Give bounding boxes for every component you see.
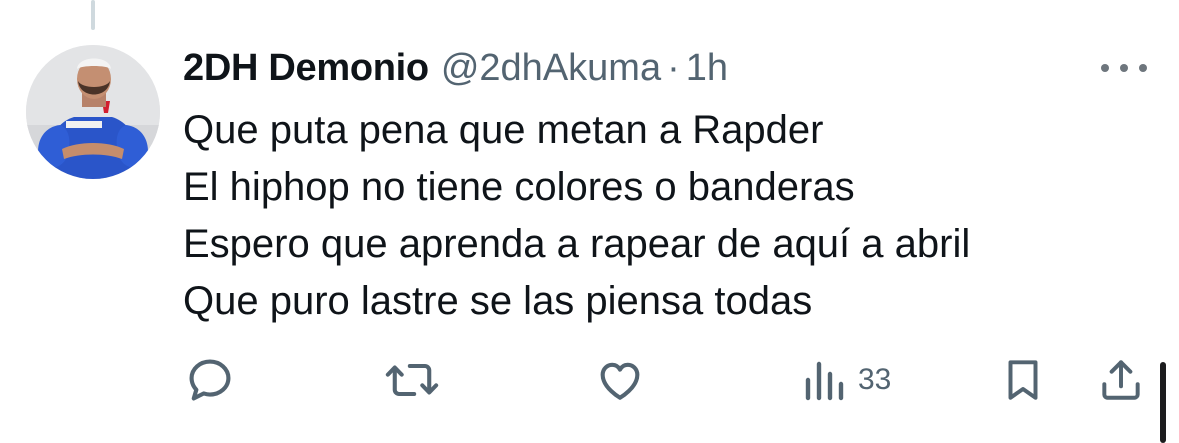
tweet-container: 2DH Demonio @2dhAkuma · 1h Que puta pena… [0,0,1179,443]
tweet-text-line: Que puro lastre se las piensa todas [183,279,813,323]
scrollbar[interactable] [1160,362,1166,443]
share-icon [1102,360,1140,400]
share-button[interactable] [1096,345,1146,415]
tweet-header: 2DH Demonio @2dhAkuma · 1h [183,44,728,92]
tweet-text-line: El hiphop no tiene colores o banderas [183,165,855,209]
user-handle[interactable]: @2dhAkuma [441,47,661,90]
reply-button[interactable] [184,345,236,415]
separator-dot: · [667,46,680,89]
like-button[interactable] [594,345,646,415]
views-icon [805,361,844,401]
repost-button[interactable] [384,345,440,415]
bookmark-icon [1008,360,1038,400]
views-count: 33 [858,363,892,396]
thread-connector-line [91,0,95,30]
timestamp[interactable]: 1h [686,47,728,90]
more-options-icon[interactable] [1098,58,1150,78]
action-bar: 33 [0,345,1179,415]
tweet-text-line: Que puta pena que metan a Rapder [183,108,824,152]
avatar-image [26,45,160,179]
avatar[interactable] [26,45,160,179]
tweet-text: Que puta pena que metan a Rapder El hiph… [183,102,970,330]
tweet-text-line: Espero que aprenda a rapear de aquí a ab… [183,222,971,266]
more-dot [1101,64,1109,72]
display-name[interactable]: 2DH Demonio [183,47,429,90]
views-button[interactable]: 33 [800,345,891,415]
repost-icon [385,363,439,397]
reply-icon [189,359,231,401]
more-dot [1120,64,1128,72]
heart-icon [600,362,640,400]
more-dot [1139,64,1147,72]
bookmark-button[interactable] [998,345,1048,415]
